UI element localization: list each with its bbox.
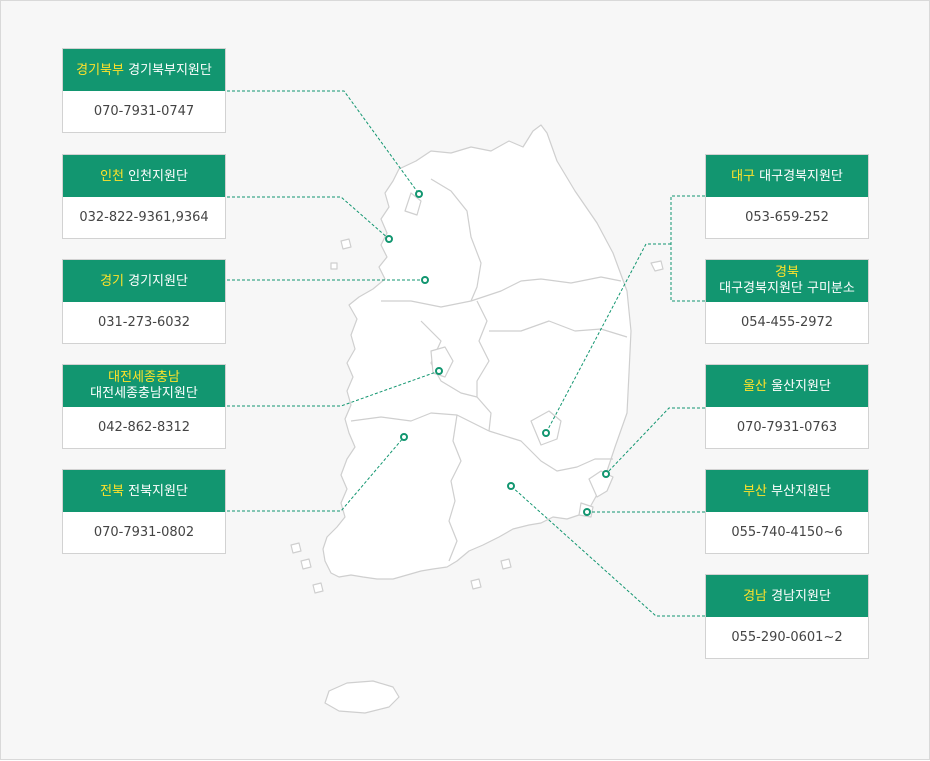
office-card-gyeonggi-north: 경기북부 경기북부지원단 070-7931-0747	[62, 48, 226, 133]
line-incheon	[227, 196, 390, 240]
region-name: 경남	[743, 588, 767, 604]
region-name: 울산	[743, 378, 767, 394]
office-card-gyeongbuk: 경북 대구경북지원단 구미분소 054-455-2972	[705, 259, 869, 344]
office-card-header: 부산 부산지원단	[706, 470, 868, 512]
office-phone: 055-290-0601~2	[731, 630, 843, 645]
office-card-header: 경기북부 경기북부지원단	[63, 49, 225, 91]
office-name: 인천지원단	[128, 168, 188, 184]
line-daegu-gyeongbuk	[670, 195, 705, 302]
office-name: 경남지원단	[771, 588, 831, 604]
jeju-island	[324, 680, 400, 714]
marker-daejeon	[435, 367, 443, 375]
office-map: 경기북부 경기북부지원단 070-7931-0747 인천 인천지원단 032-…	[0, 0, 930, 760]
office-name: 경기지원단	[128, 273, 188, 289]
office-name: 울산지원단	[771, 378, 831, 394]
office-card-daegu: 대구 대구경북지원단 053-659-252	[705, 154, 869, 239]
office-card-header: 대전세종충남 대전세종충남지원단	[63, 365, 225, 407]
region-name: 전북	[100, 483, 124, 499]
office-phone: 070-7931-0802	[93, 525, 195, 540]
office-card-incheon: 인천 인천지원단 032-822-9361,9364	[62, 154, 226, 239]
office-phone: 055-740-4150~6	[731, 525, 843, 540]
office-card-header: 인천 인천지원단	[63, 155, 225, 197]
region-name: 대전세종충남	[108, 370, 180, 385]
office-name: 대전세종충남지원단	[90, 386, 198, 401]
marker-ulsan	[602, 470, 610, 478]
office-phone: 032-822-9361,9364	[79, 210, 209, 225]
marker-gyeonggi-north	[415, 190, 423, 198]
office-name: 경기북부지원단	[128, 62, 212, 78]
region-name: 대구	[731, 168, 756, 184]
office-card-header: 경기 경기지원단	[63, 260, 225, 302]
marker-jeonbuk	[400, 433, 408, 441]
office-name: 대구경북지원단 구미분소	[719, 281, 855, 296]
office-card-jeonbuk: 전북 전북지원단 070-7931-0802	[62, 469, 226, 554]
office-card-header: 울산 울산지원단	[706, 365, 868, 407]
office-phone: 070-7931-0747	[93, 104, 195, 119]
marker-gyeonggi	[421, 276, 429, 284]
office-card-gyeonggi: 경기 경기지원단 031-273-6032	[62, 259, 226, 344]
marker-busan	[583, 508, 591, 516]
region-name: 경기	[100, 273, 124, 289]
office-name: 전북지원단	[128, 483, 188, 499]
office-card-busan: 부산 부산지원단 055-740-4150~6	[705, 469, 869, 554]
office-card-header: 전북 전북지원단	[63, 470, 225, 512]
marker-incheon	[385, 235, 393, 243]
region-name: 부산	[743, 483, 767, 499]
office-card-header: 대구 대구경북지원단	[706, 155, 868, 197]
office-name: 대구경북지원단	[759, 168, 843, 184]
line-gyeonggi-north	[227, 90, 420, 195]
region-name: 인천	[100, 168, 124, 184]
region-name: 경기북부	[76, 62, 124, 78]
office-phone: 053-659-252	[745, 210, 829, 225]
marker-daegu	[542, 429, 550, 437]
office-phone: 042-862-8312	[97, 420, 191, 435]
office-phone: 031-273-6032	[97, 315, 191, 330]
office-phone: 054-455-2972	[740, 315, 834, 330]
office-card-header: 경북 대구경북지원단 구미분소	[706, 260, 868, 302]
office-name: 부산지원단	[771, 483, 831, 499]
office-card-daejeon: 대전세종충남 대전세종충남지원단 042-862-8312	[62, 364, 226, 449]
region-name: 경북	[775, 265, 799, 280]
office-card-header: 경남 경남지원단	[706, 575, 868, 617]
office-card-gyeongnam: 경남 경남지원단 055-290-0601~2	[705, 574, 869, 659]
office-phone: 070-7931-0763	[736, 420, 838, 435]
office-card-ulsan: 울산 울산지원단 070-7931-0763	[705, 364, 869, 449]
marker-gyeongnam	[507, 482, 515, 490]
